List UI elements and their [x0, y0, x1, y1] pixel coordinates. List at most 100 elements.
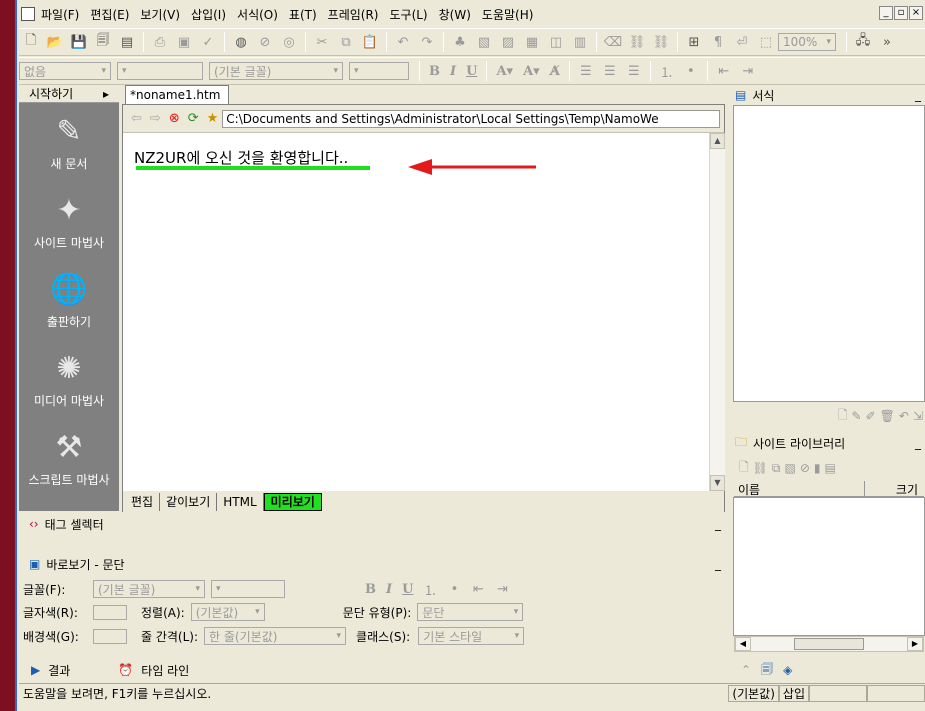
clear-style-icon[interactable]: A̸	[550, 64, 560, 79]
lib-link-icon[interactable]: ⛓	[753, 461, 768, 475]
scroll-left-icon[interactable]: ◀	[735, 637, 751, 651]
insert-layer-icon[interactable]: ◫	[546, 32, 566, 52]
triangle-right-icon[interactable]: ▸	[103, 87, 109, 101]
restore-button[interactable]: ▫	[894, 6, 908, 20]
tab-edit[interactable]: 편집	[125, 492, 161, 511]
link-icon[interactable]: ⛓	[627, 32, 647, 52]
tab-results[interactable]: 결과	[48, 662, 70, 679]
media-wizard-item[interactable]: ✺ 미디어 마법사	[19, 340, 119, 419]
lib-chart-icon[interactable]: ▮	[814, 461, 821, 475]
bullet-list-icon[interactable]: •	[681, 61, 701, 81]
minimize-button[interactable]: _	[879, 6, 893, 20]
more-tools-icon[interactable]: »	[877, 32, 897, 52]
align-left-icon[interactable]: ☰	[576, 61, 596, 81]
tab-split-view[interactable]: 같이보기	[160, 492, 218, 511]
open-folder-icon[interactable]: 📂	[45, 32, 65, 52]
menu-edit[interactable]: 편집(E)	[90, 6, 129, 23]
site-wizard-item[interactable]: ✦ 사이트 마법사	[19, 182, 119, 261]
pages-icon[interactable]: 🗐	[761, 660, 773, 681]
line-spacing-combo[interactable]: 한 줄(기본값)	[204, 627, 347, 645]
minimize-panel-icon[interactable]: _	[715, 517, 721, 531]
indent-icon[interactable]: ⇥	[738, 61, 758, 81]
qv-underline-icon[interactable]: U	[402, 582, 413, 597]
insert-image-icon[interactable]: ▧	[474, 32, 494, 52]
qv-bullet-list-icon[interactable]: •	[444, 579, 464, 599]
rename-style-icon[interactable]: ✐	[866, 409, 876, 423]
insert-object-icon[interactable]: ♣	[450, 32, 470, 52]
print-icon[interactable]: ⎙	[150, 32, 170, 52]
publish-item[interactable]: 🌐 출판하기	[19, 261, 119, 340]
para-type-combo[interactable]: 문단	[417, 603, 524, 621]
cut-icon[interactable]: ✂	[312, 32, 332, 52]
menu-file[interactable]: 파일(F)	[41, 6, 79, 23]
paragraph-mark-icon[interactable]: ¶	[708, 32, 728, 52]
menu-format[interactable]: 서식(O)	[237, 6, 278, 23]
italic-icon[interactable]: I	[450, 64, 456, 79]
outdent-icon[interactable]: ⇤	[714, 61, 734, 81]
minimize-panel-icon[interactable]: _	[915, 436, 921, 450]
zoom-combo[interactable]: 100%	[778, 33, 836, 51]
class-combo[interactable]: 기본 스타일	[418, 627, 525, 645]
refresh-icon[interactable]: ⟳	[188, 111, 199, 126]
favorites-icon[interactable]: ★	[207, 111, 219, 126]
underline-icon[interactable]: U	[466, 64, 477, 79]
edit-style-icon[interactable]: ✎	[852, 409, 862, 423]
editor-content[interactable]: NZ2UR에 오신 것을 환영합니다..	[123, 133, 709, 491]
lib-image-icon[interactable]: ▧	[784, 461, 795, 475]
undo-icon[interactable]: ↶	[393, 32, 413, 52]
menu-help[interactable]: 도움말(H)	[482, 6, 534, 23]
copy-icon[interactable]: ⧉	[336, 32, 356, 52]
vertical-scrollbar[interactable]: ▲ ▼	[709, 133, 725, 491]
collapse-icon[interactable]: ⌃	[741, 663, 751, 677]
style-combo[interactable]: 없음	[19, 62, 111, 80]
forward-arrow-icon[interactable]: ⇨	[150, 111, 161, 126]
script-wizard-item[interactable]: ⚒ 스크립트 마법사	[19, 419, 119, 498]
delete-style-icon[interactable]: 🗑	[880, 409, 895, 423]
library-hscrollbar[interactable]: ◀ ▶	[734, 636, 924, 652]
qv-bold-icon[interactable]: B	[365, 582, 376, 597]
insert-frame-icon[interactable]: ▥	[570, 32, 590, 52]
line-break-icon[interactable]: ⏎	[732, 32, 752, 52]
menu-frame[interactable]: 프레임(R)	[328, 6, 379, 23]
unlink-icon[interactable]: ⛓	[651, 32, 671, 52]
lib-copy-icon[interactable]: ⧉	[772, 461, 781, 476]
bold-icon[interactable]: B	[429, 64, 440, 79]
qv-indent-icon[interactable]: ⇥	[492, 579, 512, 599]
minimize-panel-icon[interactable]: _	[915, 88, 921, 102]
address-field[interactable]: C:\Documents and Settings\Administrator\…	[222, 109, 720, 128]
menu-table[interactable]: 표(T)	[289, 6, 317, 23]
show-grid-icon[interactable]: ⊞	[684, 32, 704, 52]
menu-window[interactable]: 창(W)	[439, 6, 471, 23]
new-style-icon[interactable]: 🗋	[838, 406, 848, 427]
save-all-icon[interactable]: 🗐	[93, 32, 113, 52]
font-combo[interactable]: (기본 글꼴)	[209, 62, 343, 80]
lib-new-icon[interactable]: 🗋	[739, 458, 749, 479]
qv-font-combo[interactable]: (기본 글꼴)	[93, 580, 205, 598]
numbered-list-icon[interactable]: ⒈	[657, 61, 677, 81]
browser-preview-icon[interactable]: ◍	[231, 32, 251, 52]
qv-outdent-icon[interactable]: ⇤	[468, 579, 488, 599]
paste-icon[interactable]: 📋	[360, 32, 380, 52]
scroll-down-icon[interactable]: ▼	[710, 475, 725, 491]
close-button[interactable]: ×	[909, 6, 923, 20]
column-size[interactable]: 크기	[864, 481, 924, 497]
tab-preview[interactable]: 미리보기	[263, 492, 322, 511]
save-icon[interactable]: 💾	[69, 32, 89, 52]
lib-stop-icon[interactable]: ⊘	[800, 461, 810, 475]
minimize-panel-icon[interactable]: _	[715, 557, 721, 571]
new-file-icon[interactable]: 🗋	[21, 32, 41, 52]
font-color-icon[interactable]: A▾	[496, 64, 513, 79]
document-icon[interactable]	[21, 7, 35, 21]
tab-html[interactable]: HTML	[217, 492, 264, 511]
template-icon[interactable]: ▤	[117, 32, 137, 52]
stop-icon[interactable]: ⊗	[169, 111, 180, 126]
qv-size-combo[interactable]	[211, 580, 285, 598]
document-tab[interactable]: *noname1.htm	[125, 85, 229, 105]
bg-color-swatch[interactable]	[93, 628, 127, 644]
menu-insert[interactable]: 삽입(I)	[191, 6, 226, 23]
scroll-right-icon[interactable]: ▶	[907, 637, 923, 651]
apply-style-icon[interactable]: ⇲	[913, 409, 923, 423]
align-center-icon[interactable]: ☰	[600, 61, 620, 81]
scroll-thumb[interactable]	[794, 638, 864, 650]
frame-border-icon[interactable]: ⬚	[756, 32, 776, 52]
